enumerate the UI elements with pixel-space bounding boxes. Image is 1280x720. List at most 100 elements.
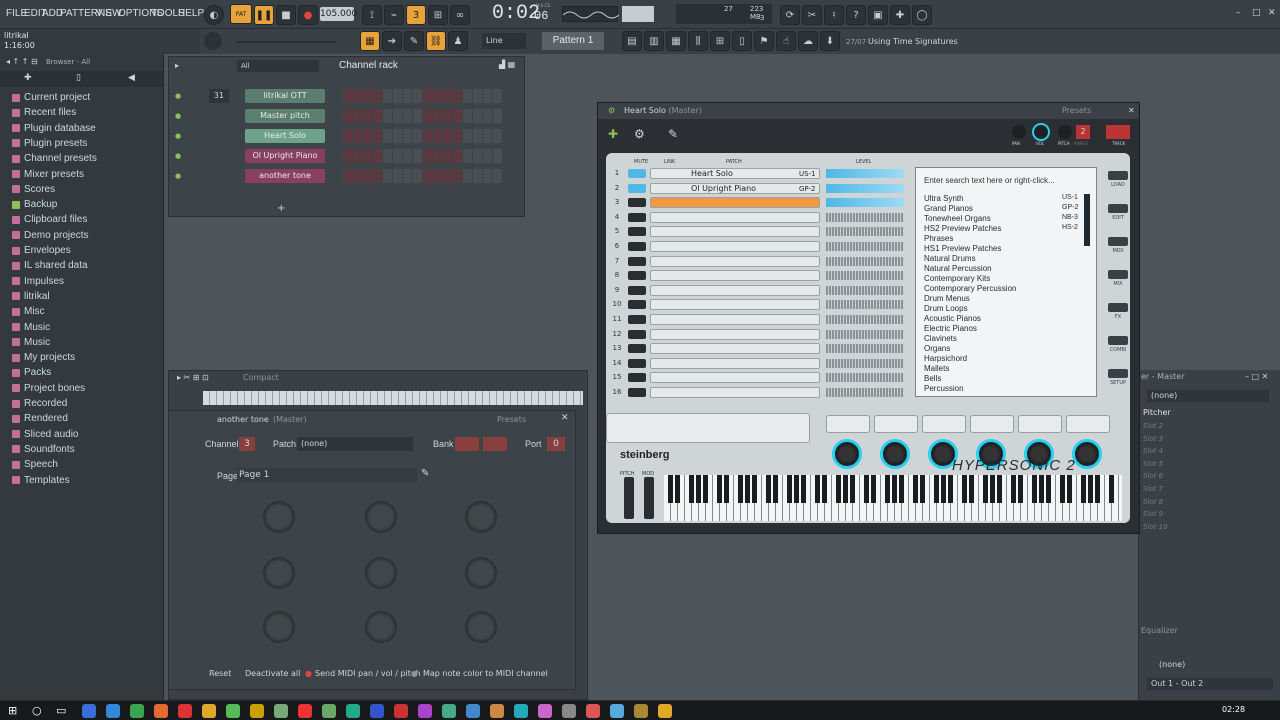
- app20-icon[interactable]: [538, 704, 552, 718]
- step-button[interactable]: [463, 149, 472, 163]
- close-icon[interactable]: ✕: [1268, 8, 1276, 18]
- black-key[interactable]: [871, 475, 876, 503]
- black-key[interactable]: [1109, 475, 1114, 503]
- track-number[interactable]: 2: [1076, 125, 1090, 139]
- swing-value[interactable]: 31: [209, 89, 229, 103]
- blend-notes-icon[interactable]: ∞: [450, 5, 470, 25]
- slot-patch-field[interactable]: Ol Upright Piano GP-2: [650, 182, 820, 194]
- pitch-wheel[interactable]: [624, 477, 634, 519]
- app18-icon[interactable]: [490, 704, 504, 718]
- hypersonic-close-icon[interactable]: ✕: [1128, 103, 1135, 119]
- mixer-slot[interactable]: Slot 2: [1143, 422, 1163, 430]
- browser-star-icon[interactable]: ✚: [24, 73, 32, 83]
- step-button[interactable]: [363, 169, 372, 183]
- trigger-pad[interactable]: [970, 415, 1014, 433]
- midi-knob-1[interactable]: [263, 501, 295, 533]
- step-edit-icon[interactable]: ⊞: [428, 5, 448, 25]
- pencil-icon[interactable]: ✎: [404, 31, 424, 51]
- slot-mute-button[interactable]: [628, 373, 646, 383]
- slot-level-slider[interactable]: [826, 388, 904, 397]
- app10-icon[interactable]: [298, 704, 312, 718]
- black-key[interactable]: [1039, 475, 1044, 503]
- pat-song-toggle[interactable]: PAT: [230, 4, 252, 24]
- trigger-pad[interactable]: [826, 415, 870, 433]
- step-button[interactable]: [433, 169, 442, 183]
- black-key[interactable]: [696, 475, 701, 503]
- keyboard[interactable]: [664, 475, 1122, 521]
- cloud-icon[interactable]: ☁: [798, 31, 818, 51]
- step-button[interactable]: [433, 149, 442, 163]
- slot-level-slider[interactable]: [826, 169, 904, 178]
- slot-patch-field[interactable]: [650, 387, 820, 398]
- page-select[interactable]: Page 1: [237, 468, 417, 482]
- step-button[interactable]: [393, 149, 402, 163]
- app9-icon[interactable]: [274, 704, 288, 718]
- midi-knob-8[interactable]: [365, 611, 397, 643]
- step-button[interactable]: [433, 89, 442, 103]
- step-button[interactable]: [423, 149, 432, 163]
- step-button[interactable]: [483, 129, 492, 143]
- step-button[interactable]: [403, 149, 412, 163]
- side-button[interactable]: [1108, 303, 1128, 312]
- midi-knob-3[interactable]: [465, 501, 497, 533]
- browser-item[interactable]: Current project: [12, 92, 90, 103]
- category-item[interactable]: Natural Drums: [924, 254, 976, 263]
- category-item[interactable]: Grand Pianos: [924, 204, 973, 213]
- black-key[interactable]: [738, 475, 743, 503]
- black-key[interactable]: [1088, 475, 1093, 503]
- step-button[interactable]: [353, 129, 362, 143]
- pan-knob[interactable]: [1012, 125, 1026, 139]
- slot-mute-button[interactable]: [628, 212, 646, 222]
- midi-knob-4[interactable]: [263, 557, 295, 589]
- category-item[interactable]: Acoustic Pianos: [924, 314, 981, 323]
- step-button[interactable]: [353, 89, 362, 103]
- plugin-options-icon[interactable]: ✚: [608, 127, 618, 141]
- step-button[interactable]: [433, 109, 442, 123]
- search-icon[interactable]: ○: [32, 704, 42, 717]
- step-button[interactable]: [383, 169, 392, 183]
- browser-item[interactable]: Plugin database: [12, 123, 96, 134]
- step-button[interactable]: [453, 169, 462, 183]
- app7-icon[interactable]: [226, 704, 240, 718]
- black-key[interactable]: [1081, 475, 1086, 503]
- browser-item[interactable]: Backup: [12, 199, 57, 210]
- plugin-db-icon[interactable]: ⚑: [754, 31, 774, 51]
- folder-icon[interactable]: [658, 704, 672, 718]
- category-item[interactable]: Phrases: [924, 234, 953, 243]
- step-button[interactable]: [493, 89, 502, 103]
- black-key[interactable]: [724, 475, 729, 503]
- channel-mute-icon[interactable]: ●: [175, 152, 181, 160]
- browser-file-icon[interactable]: ▯: [76, 73, 81, 83]
- mixer-slot[interactable]: Slot 10: [1143, 523, 1168, 531]
- master-volume-knob-icon[interactable]: ◐: [204, 5, 224, 25]
- step-button[interactable]: [363, 89, 372, 103]
- step-button[interactable]: [423, 129, 432, 143]
- play-button[interactable]: ❚❚: [254, 5, 274, 25]
- app1-icon[interactable]: [82, 704, 96, 718]
- step-button[interactable]: [403, 129, 412, 143]
- slot-level-slider[interactable]: [826, 329, 904, 339]
- step-button[interactable]: [453, 149, 462, 163]
- category-item[interactable]: Drum Menus: [924, 294, 970, 303]
- mod-wheel[interactable]: [644, 477, 654, 519]
- browser-speaker-icon[interactable]: ◀: [128, 73, 135, 83]
- black-key[interactable]: [864, 475, 869, 503]
- touch-icon[interactable]: ☝: [776, 31, 796, 51]
- category-item[interactable]: Ultra Synth: [924, 194, 964, 203]
- reset-button[interactable]: Reset: [209, 669, 231, 678]
- black-key[interactable]: [892, 475, 897, 503]
- rack-menu-icon[interactable]: ▸: [175, 61, 179, 70]
- step-button[interactable]: [473, 109, 482, 123]
- slot-patch-field[interactable]: [650, 343, 820, 355]
- slot-mute-button[interactable]: [628, 169, 646, 178]
- browser-arrows-icon[interactable]: ◂ ↑ ↑ ⊟: [6, 57, 38, 66]
- vol-knob[interactable]: [1032, 123, 1050, 141]
- port-value[interactable]: 0: [547, 437, 565, 451]
- page-edit-pencil-icon[interactable]: ✎: [421, 468, 429, 479]
- step-button[interactable]: [433, 129, 442, 143]
- graph-icon[interactable]: ▟ ▦: [499, 60, 515, 69]
- app17-icon[interactable]: [466, 704, 480, 718]
- black-key[interactable]: [1067, 475, 1072, 503]
- chat-icon[interactable]: ◯: [912, 5, 932, 25]
- slot-mute-button[interactable]: [628, 329, 646, 339]
